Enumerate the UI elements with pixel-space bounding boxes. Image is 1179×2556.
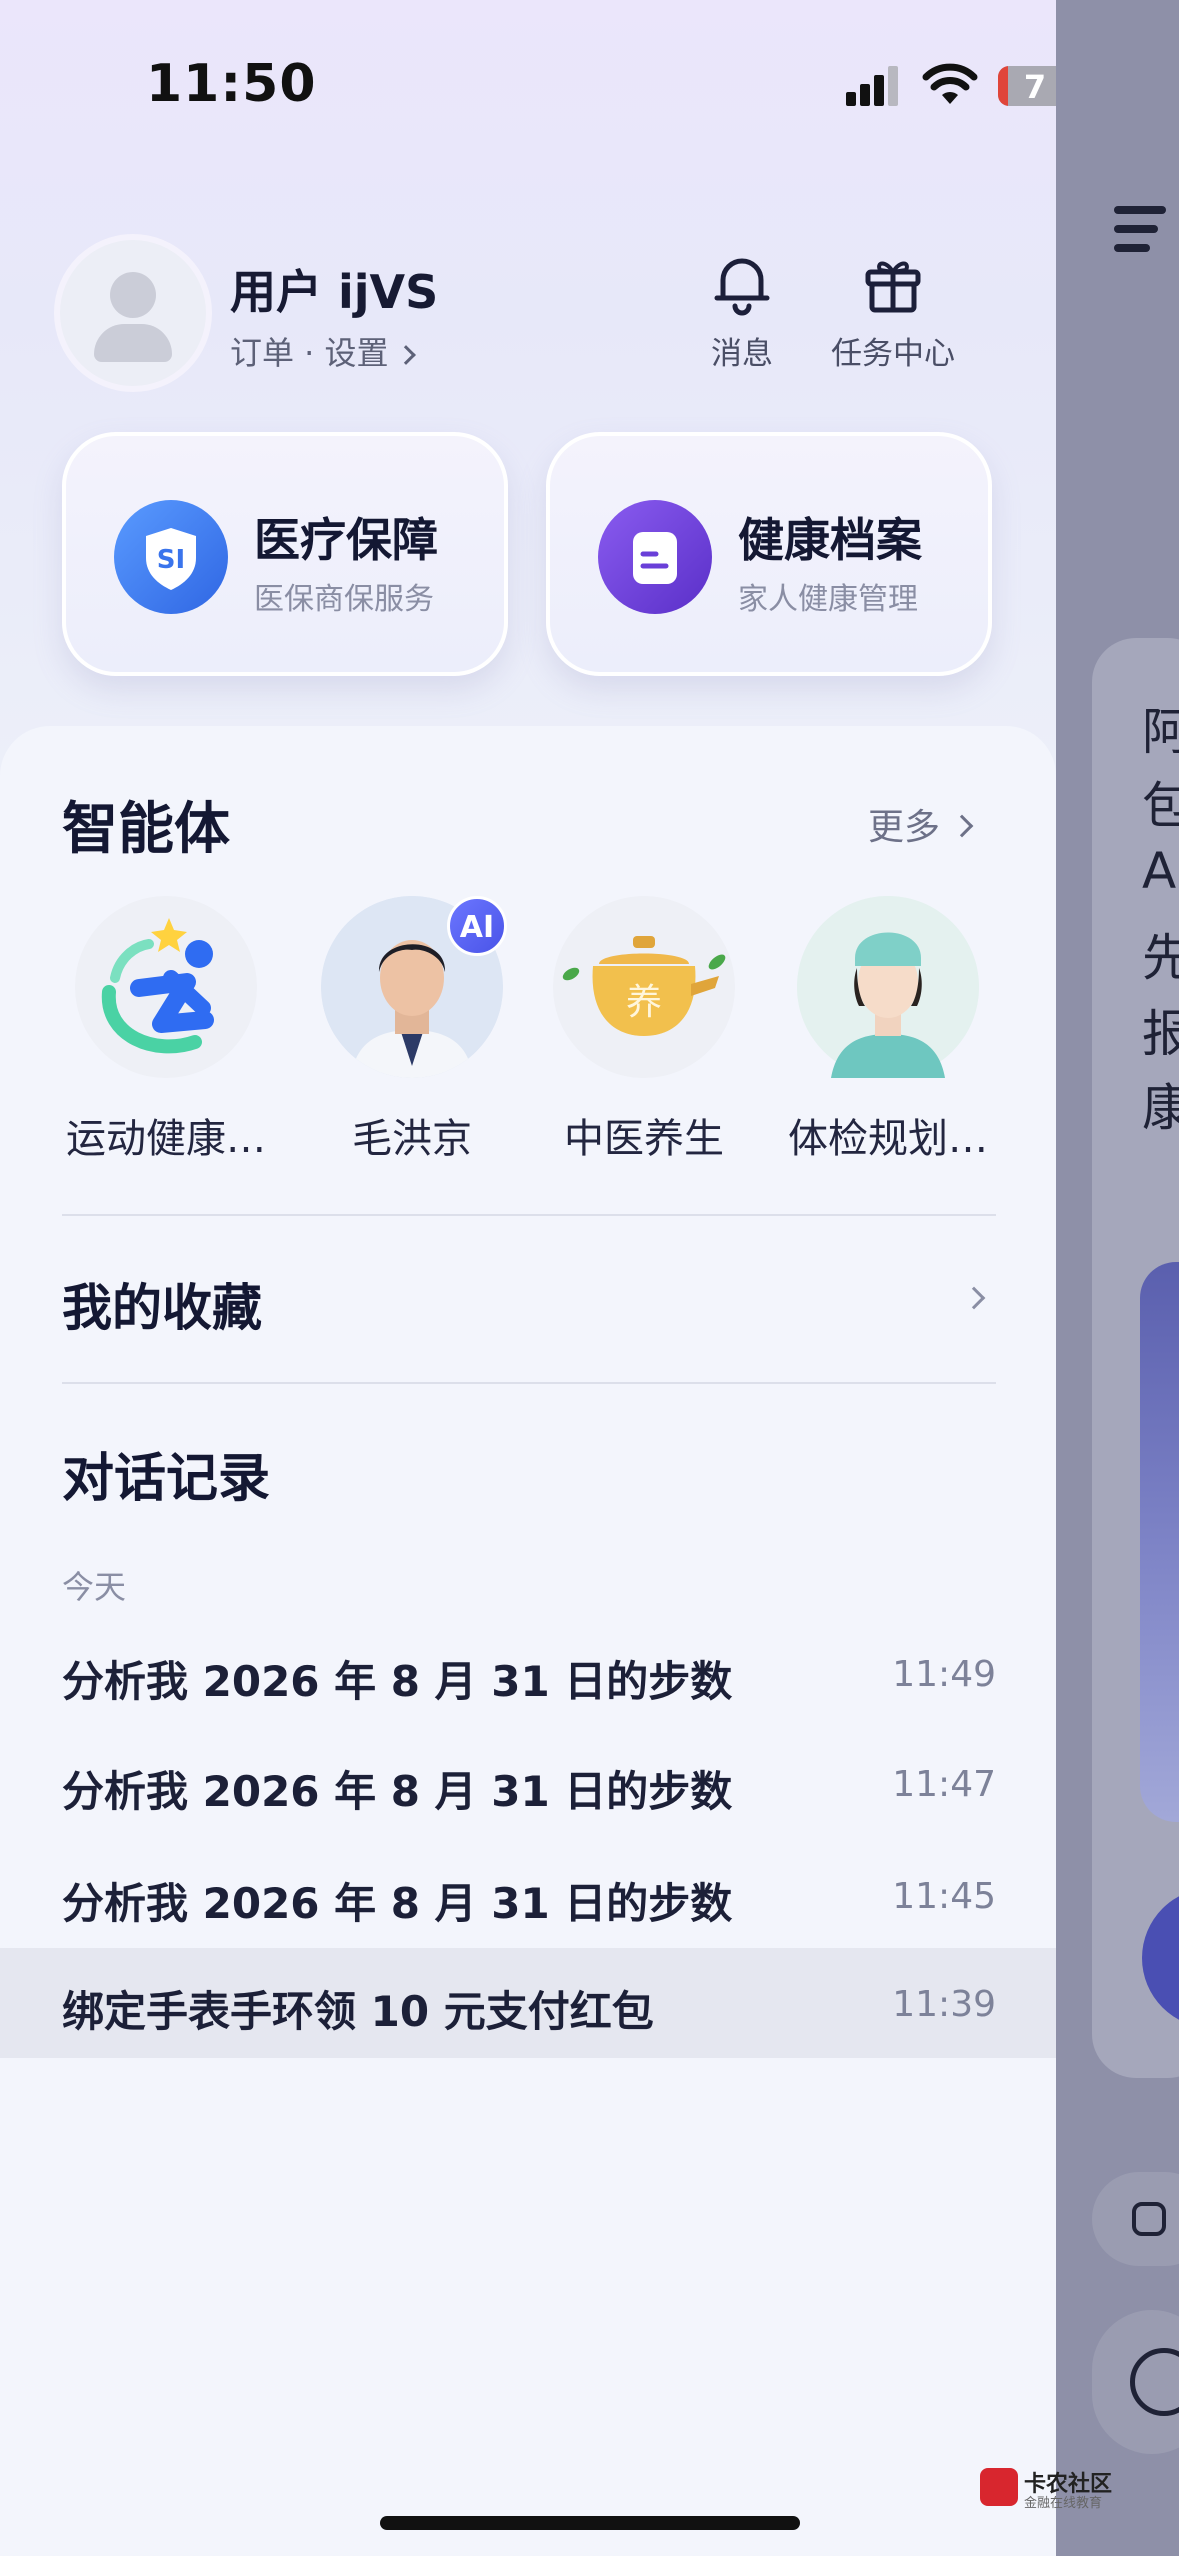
agent-name: 毛洪京 xyxy=(352,1116,472,1162)
avatar[interactable] xyxy=(60,240,206,386)
watermark-tagline: 金融在线教育 xyxy=(1024,2496,1103,2511)
chevron-right-icon xyxy=(950,814,974,838)
gift-icon xyxy=(865,261,921,313)
home-indicator[interactable] xyxy=(380,2516,800,2530)
sport-logo-icon xyxy=(75,896,257,1078)
chat-history-item[interactable]: 分析我 2026 年 8 月 31 日的步数 11:45 xyxy=(0,1840,1056,1950)
more-label: 更多 xyxy=(868,807,941,848)
background-text: A xyxy=(1142,842,1177,900)
chat-history-title: 对话记录 xyxy=(62,1449,271,1509)
nurse-avatar xyxy=(797,896,979,1078)
agent-name: 中医养生 xyxy=(564,1116,724,1162)
background-text: 包 xyxy=(1142,777,1179,835)
background-text: 报 xyxy=(1142,1005,1179,1063)
background-image xyxy=(1140,1262,1179,1822)
battery-icon: 7 xyxy=(998,66,1056,106)
chevron-right-icon xyxy=(395,345,416,365)
menu-icon[interactable] xyxy=(1114,206,1166,252)
messages-button[interactable]: 消息 xyxy=(690,250,794,373)
background-text: 先 xyxy=(1142,929,1179,987)
document-icon xyxy=(598,500,712,614)
chat-title: 绑定手表手环领 10 元支付红包 xyxy=(62,1987,654,2036)
chat-history-item[interactable]: 绑定手表手环领 10 元支付红包 11:39 xyxy=(0,1948,1056,2058)
medical-card-subtitle: 医保商保服务 xyxy=(254,582,434,617)
pot-character: 养 xyxy=(626,982,662,1023)
background-voice-button xyxy=(1092,2310,1179,2454)
herbal-pot-icon: 养 xyxy=(553,896,735,1078)
agents-more-link[interactable]: 更多 xyxy=(868,798,974,850)
chat-time: 11:39 xyxy=(892,1984,996,2025)
shield-icon-text: SI xyxy=(157,545,185,575)
agent-name: 体检规划… xyxy=(788,1116,988,1162)
chat-time: 11:45 xyxy=(892,1876,996,1917)
medical-insurance-card[interactable]: SI 医疗保障 医保商保服务 xyxy=(62,432,508,676)
date-group-label: 今天 xyxy=(62,1568,127,1606)
agent-doctor-mao[interactable]: AI 毛洪京 xyxy=(302,896,522,1164)
health-card-subtitle: 家人健康管理 xyxy=(738,582,918,617)
background-text: 阿 xyxy=(1142,703,1179,761)
health-records-card[interactable]: 健康档案 家人健康管理 xyxy=(546,432,992,676)
wifi-icon xyxy=(922,63,978,104)
agents-section-title: 智能体 xyxy=(62,797,230,862)
watermark-logo: 卡农社区 金融在线教育 xyxy=(980,2466,1120,2511)
shield-si-icon: SI xyxy=(114,500,228,614)
chat-time: 11:49 xyxy=(892,1654,996,1695)
divider xyxy=(62,1382,996,1384)
background-add-button xyxy=(1092,2172,1179,2266)
status-time: 11:50 xyxy=(146,54,317,114)
health-card-title: 健康档案 xyxy=(738,513,922,567)
chat-title: 分析我 2026 年 8 月 31 日的步数 xyxy=(62,1657,733,1706)
side-panel: 11:50 7 用户 ijVS 订单 · 设置 消息 任务中心 SI 医疗保障 … xyxy=(0,0,1056,2556)
add-chat-icon xyxy=(1132,2202,1166,2236)
medical-card-title: 医疗保障 xyxy=(254,513,438,567)
chat-title: 分析我 2026 年 8 月 31 日的步数 xyxy=(62,1767,733,1816)
favorites-label: 我的收藏 xyxy=(62,1279,262,1337)
profile-subtitle: 订单 · 设置 xyxy=(230,334,389,372)
bell-icon xyxy=(714,258,770,316)
task-center-label: 任务中心 xyxy=(831,336,955,372)
doctor-avatar: AI xyxy=(321,896,507,1078)
messages-label: 消息 xyxy=(711,336,773,372)
voice-icon xyxy=(1130,2348,1179,2416)
chat-history-item[interactable]: 分析我 2026 年 8 月 31 日的步数 11:47 xyxy=(0,1728,1056,1838)
ai-badge: AI xyxy=(447,896,507,956)
chat-time: 11:47 xyxy=(892,1764,996,1805)
battery-level: 7 xyxy=(1023,68,1047,106)
cellular-signal-icon xyxy=(846,66,898,106)
profile-settings-link[interactable]: 订单 · 设置 xyxy=(230,328,416,374)
username[interactable]: 用户 ijVS xyxy=(230,256,438,322)
agent-sport-health[interactable]: 运动健康… xyxy=(56,896,276,1164)
chat-history-item[interactable]: 分析我 2026 年 8 月 31 日的步数 11:49 xyxy=(0,1618,1056,1728)
agent-name: 运动健康… xyxy=(66,1116,266,1162)
agent-tcm-wellness[interactable]: 养 中医养生 xyxy=(534,896,754,1164)
task-center-button[interactable]: 任务中心 xyxy=(818,250,968,373)
chat-title: 分析我 2026 年 8 月 31 日的步数 xyxy=(62,1879,733,1928)
divider xyxy=(62,1214,996,1216)
background-text: 康 xyxy=(1142,1079,1179,1137)
agent-checkup-planning[interactable]: 体检规划… xyxy=(778,896,998,1164)
